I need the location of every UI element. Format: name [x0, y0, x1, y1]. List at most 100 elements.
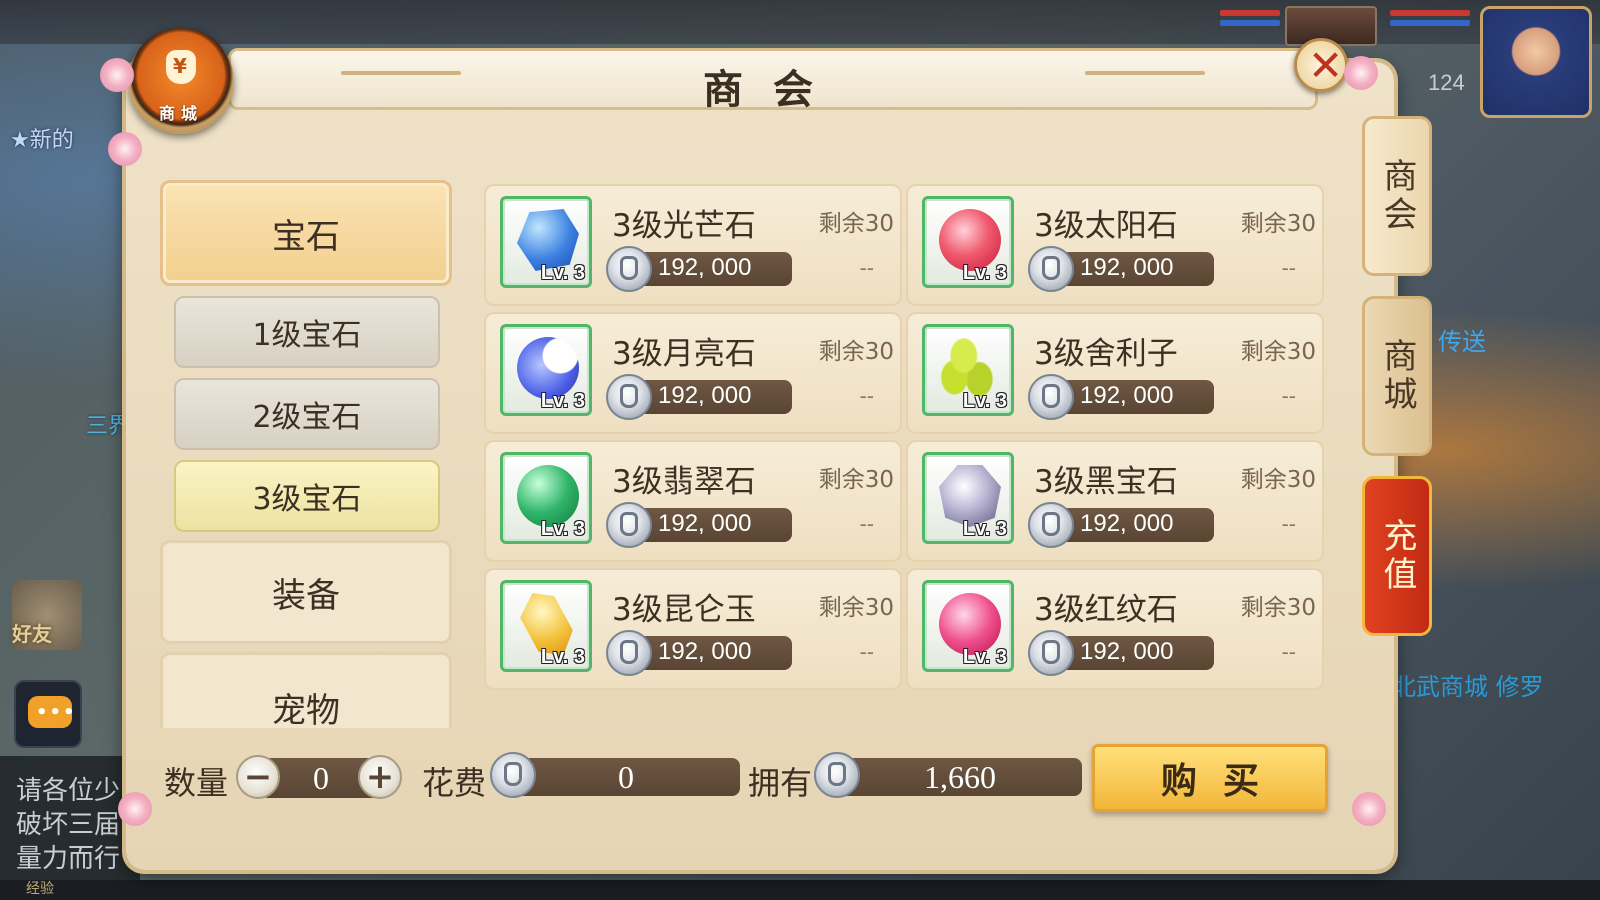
buy-button[interactable]: 购买 [1092, 744, 1328, 812]
cost-value: 0 [618, 759, 634, 795]
shop-item-card[interactable]: Lv. 3 3级月亮石 剩余30 192, 000 -- [484, 312, 902, 434]
shop-item-card[interactable]: Lv. 3 3级光芒石 剩余30 192, 000 -- [484, 184, 902, 306]
shop-item-card[interactable]: Lv. 3 3级红纹石 剩余30 192, 000 -- [906, 568, 1324, 690]
item-limit: -- [859, 512, 874, 536]
item-level-tag: Lv. 3 [540, 262, 585, 284]
player-avatar[interactable] [1480, 6, 1592, 118]
item-icon-frame: Lv. 3 [922, 324, 1014, 416]
tab-mall[interactable]: 商城 [1362, 296, 1432, 456]
item-level-tag: Lv. 3 [540, 518, 585, 540]
flower-ornament [100, 58, 134, 92]
mp-bar [1220, 20, 1280, 26]
cost-field: 0 [512, 758, 740, 796]
shop-item-card[interactable]: Lv. 3 3级翡翠石 剩余30 192, 000 -- [484, 440, 902, 562]
close-button[interactable]: ✕ [1294, 38, 1348, 92]
shop-item-card[interactable]: Lv. 3 3级舍利子 剩余30 192, 000 -- [906, 312, 1324, 434]
item-level-tag: Lv. 3 [540, 646, 585, 668]
coin-face [620, 384, 638, 408]
owned-label: 拥有 [748, 764, 813, 802]
category-gem[interactable]: 宝石 [160, 180, 452, 286]
friends-label[interactable]: 好友 [12, 618, 52, 647]
shop-badge: ¥ 商城 [128, 28, 234, 134]
item-limit: -- [1281, 384, 1296, 408]
cost-label: 花费 [422, 764, 487, 802]
owned-value: 1,660 [924, 759, 996, 795]
item-icon-frame: Lv. 3 [922, 452, 1014, 544]
item-name: 3级舍利子 [1034, 336, 1178, 372]
mp-bar [1390, 20, 1470, 26]
modal-title: 商会 [703, 67, 843, 113]
item-price: 192, 000 [1080, 254, 1174, 281]
silver-coin-icon [1028, 502, 1074, 548]
item-price: 192, 000 [658, 510, 752, 537]
subcategory-level3-gem[interactable]: 3级宝石 [174, 460, 440, 532]
close-icon: ✕ [1308, 41, 1344, 90]
tab-recharge[interactable]: 充值 [1362, 476, 1432, 636]
chat-line: 量力而行 [16, 844, 121, 874]
decrease-quantity-button[interactable]: − [236, 755, 280, 799]
shop-item-card[interactable]: Lv. 3 3级昆仑玉 剩余30 192, 000 -- [484, 568, 902, 690]
item-level-tag: Lv. 3 [540, 390, 585, 412]
coin-face [1042, 640, 1060, 664]
silver-coin-icon [606, 502, 652, 548]
subcategory-level2-gem[interactable]: 2级宝石 [174, 378, 440, 450]
item-icon-frame: Lv. 3 [500, 580, 592, 672]
item-stock: 剩余30 [1240, 595, 1316, 621]
item-name: 3级翡翠石 [612, 464, 756, 500]
silver-coin-icon [490, 752, 536, 798]
chat-line: 请各位少 [16, 776, 121, 806]
item-icon-frame: Lv. 3 [500, 452, 592, 544]
item-icon-frame: Lv. 3 [922, 580, 1014, 672]
item-level-tag: Lv. 3 [962, 518, 1007, 540]
item-limit: -- [1281, 640, 1296, 664]
flower-ornament [118, 792, 152, 826]
item-limit: -- [859, 640, 874, 664]
silver-coin-icon [814, 752, 860, 798]
chat-log[interactable]: 请各位少 破坏三届 量力而行 [0, 756, 140, 900]
item-limit: -- [859, 256, 874, 280]
coin-face [504, 762, 522, 786]
item-price: 192, 000 [658, 638, 752, 665]
coin-face [828, 762, 846, 786]
coin-face [620, 256, 638, 280]
quest-tracker-text[interactable]: ★新的 [10, 122, 74, 154]
coin-face [1042, 256, 1060, 280]
item-limit: -- [1281, 512, 1296, 536]
flower-ornament [1344, 56, 1378, 90]
item-name: 3级红纹石 [1034, 592, 1178, 628]
increase-quantity-button[interactable]: + [358, 755, 402, 799]
coin-face [620, 640, 638, 664]
item-price: 192, 000 [658, 254, 752, 281]
coin-face [1042, 384, 1060, 408]
item-stock: 剩余30 [818, 595, 894, 621]
category-equipment[interactable]: 装备 [160, 540, 452, 644]
silver-coin-icon [606, 374, 652, 420]
item-stock: 剩余30 [1240, 339, 1316, 365]
item-limit: -- [859, 384, 874, 408]
modal-title-bar: 商会 [228, 48, 1318, 113]
shop-item-card[interactable]: Lv. 3 3级太阳石 剩余30 192, 000 -- [906, 184, 1324, 306]
chat-button[interactable]: ••• [14, 680, 82, 748]
chat-line: 破坏三届 [16, 810, 121, 840]
item-price: 192, 000 [1080, 638, 1174, 665]
quest-tracker-text[interactable]: 三界 [86, 408, 130, 440]
teleport-text: 传送 [1438, 328, 1486, 356]
shop-item-card[interactable]: Lv. 3 3级黑宝石 剩余30 192, 000 -- [906, 440, 1324, 562]
tab-chamber-of-commerce[interactable]: 商会 [1362, 116, 1432, 276]
item-limit: -- [1281, 256, 1296, 280]
map-location-text: 北武商城 修罗 [1392, 673, 1544, 701]
subcategory-level1-gem[interactable]: 1级宝石 [174, 296, 440, 368]
item-name: 3级太阳石 [1034, 208, 1178, 244]
item-name: 3级黑宝石 [1034, 464, 1178, 500]
quantity-label: 数量 [164, 764, 229, 802]
item-stock: 剩余30 [818, 467, 894, 493]
coin-face [1042, 512, 1060, 536]
hp-bar [1220, 10, 1280, 16]
item-stock: 剩余30 [1240, 467, 1316, 493]
experience-label: 经验 [26, 881, 54, 897]
item-level-tag: Lv. 3 [962, 262, 1007, 284]
yen-icon: ¥ [173, 54, 187, 78]
owned-field: 1,660 [838, 758, 1082, 796]
player-level: 124 [1428, 70, 1465, 95]
silver-coin-icon [1028, 630, 1074, 676]
